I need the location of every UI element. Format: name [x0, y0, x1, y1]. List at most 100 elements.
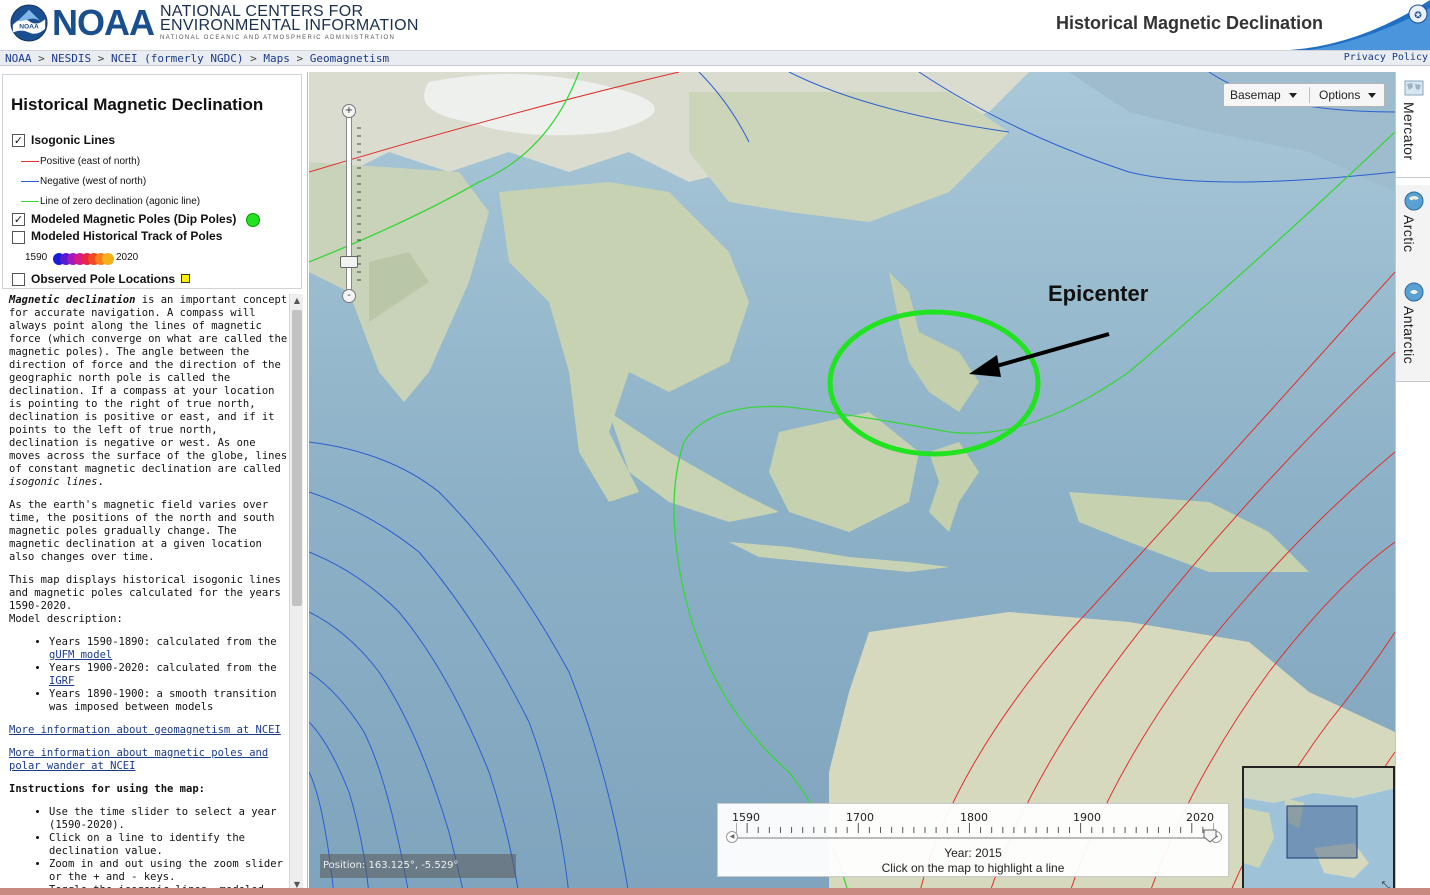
noaa-emblem-icon[interactable]: NOAA	[10, 4, 48, 42]
privacy-policy-link[interactable]: Privacy Policy	[1344, 52, 1428, 63]
tab-antarctic-label: Antarctic	[1401, 306, 1417, 365]
magnetic-poles-info-link[interactable]: More information about magnetic poles an…	[9, 747, 268, 772]
field-variation-paragraph: As the earth's magnetic field varies ove…	[9, 499, 275, 563]
pole-marker-icon	[246, 213, 260, 227]
overview-map-canvas[interactable]	[1244, 768, 1395, 895]
map-description-text: This map displays historical isogonic li…	[9, 574, 281, 612]
breadcrumb-separator: >	[296, 52, 304, 65]
breadcrumb: NOAA > NESDIS > NCEI (formerly NGDC) > M…	[5, 52, 389, 65]
mercator-icon	[1404, 80, 1424, 96]
org-name-line2: ENVIRONMENTAL INFORMATION	[160, 17, 419, 34]
options-label: Options	[1319, 88, 1361, 102]
isogonic-lines-checkbox[interactable]: ✓	[12, 134, 25, 147]
dip-poles-label[interactable]: Modeled Magnetic Poles (Dip Poles)	[31, 212, 236, 226]
model-item: Years 1890-1900: a smooth transition was…	[49, 688, 290, 714]
observed-poles-checkbox[interactable]	[12, 273, 25, 286]
description-paragraph: Magnetic declination is an important con…	[9, 294, 290, 489]
time-step-back-icon[interactable]: ◀	[726, 831, 738, 843]
map-toolbar: Basemap Options	[1223, 83, 1385, 107]
declination-map[interactable]: Epicenter + - Basemap Options Position: …	[309, 72, 1395, 895]
overview-viewport-box[interactable]	[1286, 805, 1358, 859]
cursor-position-readout: Position: 163.125°, -5.529°	[320, 854, 516, 878]
model-description-heading: Model description:	[9, 613, 123, 625]
zoom-slider-handle[interactable]	[340, 256, 358, 268]
instruction-item: Click on a line to identify the declinat…	[49, 832, 290, 858]
noaa-logo-text[interactable]: NOAA	[52, 3, 155, 43]
scroll-up-arrow-icon[interactable]: ▲	[290, 294, 304, 308]
time-slider-handle[interactable]	[1203, 829, 1217, 843]
dip-poles-checkbox[interactable]: ✓	[12, 213, 25, 226]
instruction-item: Zoom in and out using the zoom slider or…	[49, 858, 290, 884]
gufm-model-link[interactable]: gUFM model	[49, 649, 112, 661]
description-scrollbar[interactable]: ▲ ▼	[289, 294, 303, 892]
model-item: Years 1590-1890: calculated from the gUF…	[49, 636, 290, 662]
time-slider-panel: 1590 1700 1800 1900 2020 ◀ ▶ Year: 2015 …	[717, 803, 1229, 877]
chevron-down-icon	[1368, 93, 1377, 99]
observed-poles-label[interactable]: Observed Pole Locations	[31, 272, 175, 286]
zoom-in-button[interactable]: +	[342, 104, 356, 118]
track-end-year: 2020	[116, 252, 139, 263]
epicenter-label: Epicenter	[1048, 281, 1149, 306]
toolbar-divider	[1309, 87, 1310, 103]
header-swoosh-decoration: ✪	[1290, 0, 1430, 50]
positive-legend-label: Positive (east of north)	[40, 156, 141, 167]
pole-track-checkbox[interactable]	[12, 231, 25, 244]
track-color-scale-icon	[53, 253, 114, 265]
zoom-slider[interactable]: + -	[340, 104, 361, 304]
breadcrumb-nesdis[interactable]: NESDIS	[51, 52, 91, 65]
negative-legend-label: Negative (west of north)	[40, 176, 147, 187]
agonic-line-swatch	[21, 201, 39, 202]
time-slider-hint: Click on the map to highlight a line	[881, 861, 1065, 875]
declination-term: Magnetic declination	[9, 294, 136, 306]
svg-text:✪: ✪	[1414, 11, 1422, 21]
selected-year: Year: 2015	[944, 846, 1002, 860]
description-panel[interactable]: Magnetic declination is an important con…	[2, 294, 290, 892]
zoom-out-button[interactable]: -	[342, 289, 356, 303]
chevron-down-icon	[1288, 93, 1297, 99]
arctic-globe-icon	[1404, 191, 1424, 211]
negative-line-swatch	[21, 181, 39, 182]
projection-tabs: Mercator Arctic Antarctic	[1395, 72, 1430, 895]
antarctic-globe-icon	[1404, 282, 1424, 302]
geomagnetism-link-paragraph: More information about geomagnetism at N…	[9, 724, 290, 737]
tab-mercator-label: Mercator	[1401, 102, 1417, 161]
positive-line-swatch	[21, 161, 39, 162]
overview-map[interactable]: ⤡	[1242, 766, 1395, 895]
observed-pole-marker-icon	[181, 274, 190, 283]
breadcrumb-separator: >	[250, 52, 257, 65]
basemap-dropdown[interactable]: Basemap	[1230, 84, 1297, 106]
bottom-status-strip	[0, 888, 1430, 895]
time-slider-track[interactable]	[736, 837, 1216, 839]
left-panel: Historical Magnetic Declination ✓ Isogon…	[0, 72, 308, 895]
scrollbar-thumb[interactable]	[292, 310, 302, 606]
map-canvas[interactable]: Epicenter	[309, 72, 1395, 895]
pole-track-label[interactable]: Modeled Historical Track of Poles	[31, 229, 222, 243]
isogonic-lines-label[interactable]: Isogonic Lines	[31, 133, 115, 147]
tab-arctic-label: Arctic	[1401, 215, 1417, 253]
breadcrumb-ncei[interactable]: NCEI (formerly NGDC)	[111, 52, 243, 65]
breadcrumb-bar: NOAA > NESDIS > NCEI (formerly NGDC) > M…	[0, 50, 1430, 66]
svg-text:NOAA: NOAA	[19, 24, 39, 31]
breadcrumb-maps[interactable]: Maps	[263, 52, 290, 65]
breadcrumb-noaa[interactable]: NOAA	[5, 52, 32, 65]
instructions-heading: Instructions for using the map:	[9, 783, 205, 795]
isogonic-term: isogonic lines	[9, 476, 98, 488]
poles-link-paragraph: More information about magnetic poles an…	[9, 747, 290, 773]
igrf-link[interactable]: IGRF	[49, 675, 74, 687]
breadcrumb-geomagnetism[interactable]: Geomagnetism	[310, 52, 389, 65]
basemap-label: Basemap	[1230, 88, 1281, 102]
model-item-text: Years 1900-2020: calculated from the	[49, 662, 277, 674]
tab-mercator[interactable]: Mercator	[1396, 72, 1430, 178]
model-item-text: Years 1590-1890: calculated from the	[49, 636, 277, 648]
model-item-text: Years 1890-1900: a smooth transition was…	[49, 688, 277, 713]
paragraph-end: .	[97, 476, 104, 488]
geomagnetism-info-link[interactable]: More information about geomagnetism at N…	[9, 724, 281, 736]
model-item: Years 1900-2020: calculated from the IGR…	[49, 662, 290, 688]
legend-box: Historical Magnetic Declination ✓ Isogon…	[2, 74, 302, 289]
options-dropdown[interactable]: Options	[1319, 84, 1377, 106]
breadcrumb-separator: >	[38, 52, 45, 65]
page-title: Historical Magnetic Declination	[1056, 13, 1324, 33]
model-list: Years 1590-1890: calculated from the gUF…	[49, 636, 290, 714]
breadcrumb-separator: >	[97, 52, 105, 65]
tab-antarctic[interactable]: Antarctic	[1396, 276, 1430, 382]
